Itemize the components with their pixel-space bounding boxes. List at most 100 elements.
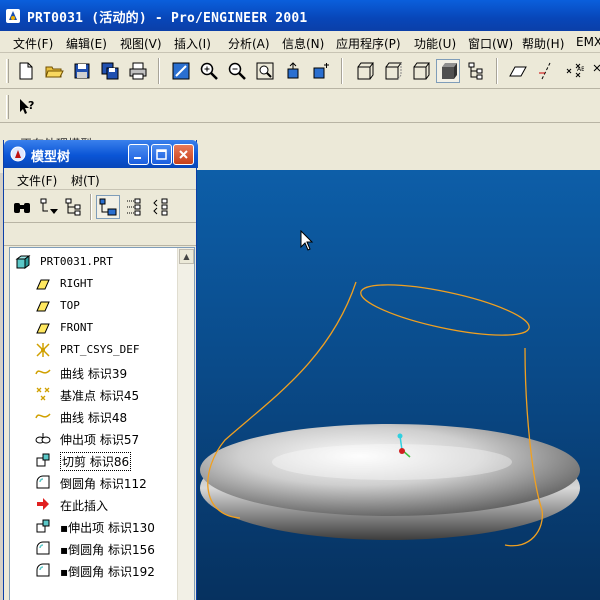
tree-item-right[interactable]: RIGHT	[10, 274, 178, 294]
minimize-icon	[134, 157, 141, 159]
tree-item-round-156[interactable]: ▪倒圆角 标识156	[10, 538, 178, 558]
tree-root-item[interactable]: PRT0031.PRT	[10, 252, 178, 272]
toolbar-grip[interactable]	[6, 59, 9, 83]
zoom-in-icon	[200, 62, 218, 80]
print-button[interactable]	[126, 59, 150, 83]
menu-info[interactable]: 信息(N)	[282, 35, 324, 52]
toolbar-separator	[496, 58, 498, 84]
menu-bar: 文件(F) 编辑(E) 视图(V) 插入(I) 分析(A) 信息(N) 应用程序…	[0, 31, 600, 53]
cut-icon	[35, 518, 51, 534]
tree-columns-button[interactable]	[62, 195, 86, 219]
saved-views-button[interactable]	[309, 59, 333, 83]
orient-icon	[287, 62, 299, 79]
tree-item-label: ▪伸出项 标识130	[60, 521, 155, 535]
zoom-out-button[interactable]	[225, 59, 249, 83]
tree-item-cut-86[interactable]: 切剪 标识86	[10, 450, 178, 471]
graphics-viewport[interactable]	[180, 170, 600, 600]
tree-item-curve-39[interactable]: 曲线 标识39	[10, 362, 178, 382]
menu-view[interactable]: 视图(V)	[120, 35, 162, 52]
open-folder-icon	[45, 66, 64, 78]
toolbar-grip[interactable]	[6, 95, 9, 119]
refit-button[interactable]	[253, 59, 277, 83]
maximize-button[interactable]	[151, 144, 172, 165]
tree-item-front[interactable]: FRONT	[10, 318, 178, 338]
datum-plane-icon	[35, 298, 51, 314]
shading-icon	[442, 63, 457, 79]
toolbar-separator	[158, 58, 160, 84]
model-tree-toolbar	[4, 191, 196, 223]
menu-utilities[interactable]: 功能(U)	[414, 35, 456, 52]
tree-item-curve-48[interactable]: 曲线 标识48	[10, 406, 178, 426]
tree-scrollbar[interactable]: ▲	[177, 248, 194, 600]
tree-item-round-112[interactable]: 倒圆角 标识112	[10, 472, 178, 492]
tree-filter-icon	[40, 198, 58, 214]
datum-axes-icon	[539, 62, 551, 80]
tree-item-top[interactable]: TOP	[10, 296, 178, 316]
svg-text:?: ?	[28, 99, 34, 112]
model-tree-title: 模型树	[31, 150, 71, 165]
tree-item-protrusion-130[interactable]: ▪伸出项 标识130	[10, 516, 178, 536]
menu-help[interactable]: 帮助(H)	[522, 35, 564, 52]
menu-window[interactable]: 窗口(W)	[468, 35, 513, 52]
tree-item-csys[interactable]: PRT_CSYS_DEF	[10, 340, 178, 360]
new-file-button[interactable]	[14, 59, 38, 83]
hidden-line-button[interactable]	[380, 59, 404, 83]
menu-edit[interactable]: 编辑(E)	[66, 35, 107, 52]
window-title: PRT0031 (活动的) - Pro/ENGINEER 2001	[27, 11, 308, 26]
close-button[interactable]	[173, 144, 194, 165]
saved-views-icon	[313, 63, 329, 79]
tree-item-insert-here[interactable]: 在此插入	[10, 494, 178, 514]
zoom-in-button[interactable]	[197, 59, 221, 83]
model-tree-list[interactable]: PRT0031.PRT RIGHT TOP FRONT PRT_CSYS_DEF…	[9, 247, 195, 600]
top-ellipse-curve	[360, 284, 530, 336]
datum-points-toggle-button[interactable]: AB	[562, 59, 586, 83]
tree-item-label: PRT_CSYS_DEF	[60, 343, 140, 356]
tree-item-label: ▪倒圆角 标识192	[60, 565, 155, 579]
insert-here-arrow-icon	[35, 496, 51, 512]
menu-file[interactable]: 文件(F)	[13, 35, 53, 52]
tree-item-protrusion-57[interactable]: 伸出项 标识57	[10, 428, 178, 448]
find-button[interactable]	[10, 195, 34, 219]
open-file-button[interactable]	[42, 59, 66, 83]
model-tree-titlebar[interactable]: 模型树	[4, 140, 198, 168]
proe-main-window: PRT0031 (活动的) - Pro/ENGINEER 2001 文件(F) …	[0, 0, 600, 600]
collapse-tree-icon	[153, 198, 168, 216]
cut-icon	[35, 452, 51, 468]
tree-menu-tree[interactable]: 树(T)	[71, 172, 100, 189]
minimize-button[interactable]	[128, 144, 149, 165]
wireframe-button[interactable]	[352, 59, 376, 83]
model-tree-toggle-button[interactable]	[464, 59, 488, 83]
orient-button[interactable]	[281, 59, 305, 83]
tree-item-label: RIGHT	[60, 277, 94, 290]
whats-this-icon: ?	[20, 99, 34, 114]
menu-emx[interactable]: EMX	[576, 35, 600, 49]
csys-toggle-button[interactable]	[588, 59, 600, 83]
repaint-button[interactable]	[169, 59, 193, 83]
datum-planes-toggle-button[interactable]	[506, 59, 530, 83]
close-icon	[179, 150, 188, 159]
no-hidden-button[interactable]	[408, 59, 432, 83]
tree-filter-button[interactable]	[37, 195, 61, 219]
secondary-toolbar: ?	[0, 89, 600, 123]
tree-item-label: ▪倒圆角 标识156	[60, 543, 155, 557]
save-button[interactable]	[70, 59, 94, 83]
shading-button[interactable]	[436, 59, 460, 83]
menu-analysis[interactable]: 分析(A)	[228, 35, 270, 52]
expand-tree-button[interactable]	[122, 195, 146, 219]
datum-axes-toggle-button[interactable]	[534, 59, 558, 83]
menu-applications[interactable]: 应用程序(P)	[336, 35, 401, 52]
refit-icon	[256, 62, 274, 80]
tree-item-label: TOP	[60, 299, 80, 312]
tree-item-datum-point-45[interactable]: 基准点 标识45	[10, 384, 178, 404]
show-tree-button[interactable]	[96, 195, 120, 219]
tree-menu-file[interactable]: 文件(F)	[17, 172, 57, 189]
torus-highlight	[272, 444, 512, 480]
menu-insert[interactable]: 插入(I)	[174, 35, 211, 52]
datum-plane-icon	[35, 276, 51, 292]
tree-item-round-192[interactable]: ▪倒圆角 标识192	[10, 560, 178, 580]
save-copy-button[interactable]	[98, 59, 122, 83]
scroll-up-arrow-icon[interactable]: ▲	[179, 249, 194, 264]
model-tree-menubar: 文件(F) 树(T)	[4, 168, 196, 190]
context-help-button[interactable]: ?	[15, 95, 39, 119]
collapse-tree-button[interactable]	[149, 195, 173, 219]
